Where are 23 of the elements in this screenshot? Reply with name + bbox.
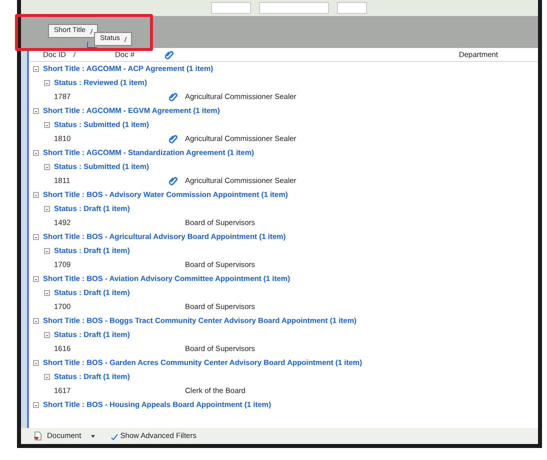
collapse-icon[interactable]	[44, 122, 50, 128]
connector-line	[87, 42, 97, 48]
collapse-icon[interactable]	[33, 66, 39, 72]
caret-icon	[91, 434, 96, 438]
dropdown-field[interactable]	[211, 2, 251, 14]
collapse-icon[interactable]	[33, 276, 39, 282]
collapse-icon[interactable]	[33, 318, 39, 324]
collapse-icon[interactable]	[33, 108, 39, 114]
document-icon	[33, 431, 43, 441]
collapse-icon[interactable]	[44, 164, 50, 170]
collapse-icon[interactable]	[44, 290, 50, 296]
collapse-icon[interactable]	[33, 360, 39, 366]
collapse-icon[interactable]	[44, 206, 50, 212]
input-field[interactable]	[337, 2, 367, 14]
collapse-icon[interactable]	[33, 402, 39, 408]
collapse-icon[interactable]	[44, 80, 50, 86]
collapse-icon[interactable]	[44, 332, 50, 338]
collapse-icon[interactable]	[33, 192, 39, 198]
collapse-icon[interactable]	[33, 234, 39, 240]
collapse-icon[interactable]	[33, 150, 39, 156]
collapse-icon[interactable]	[44, 248, 50, 254]
input-field[interactable]	[259, 2, 329, 14]
collapse-icon[interactable]	[44, 374, 50, 380]
